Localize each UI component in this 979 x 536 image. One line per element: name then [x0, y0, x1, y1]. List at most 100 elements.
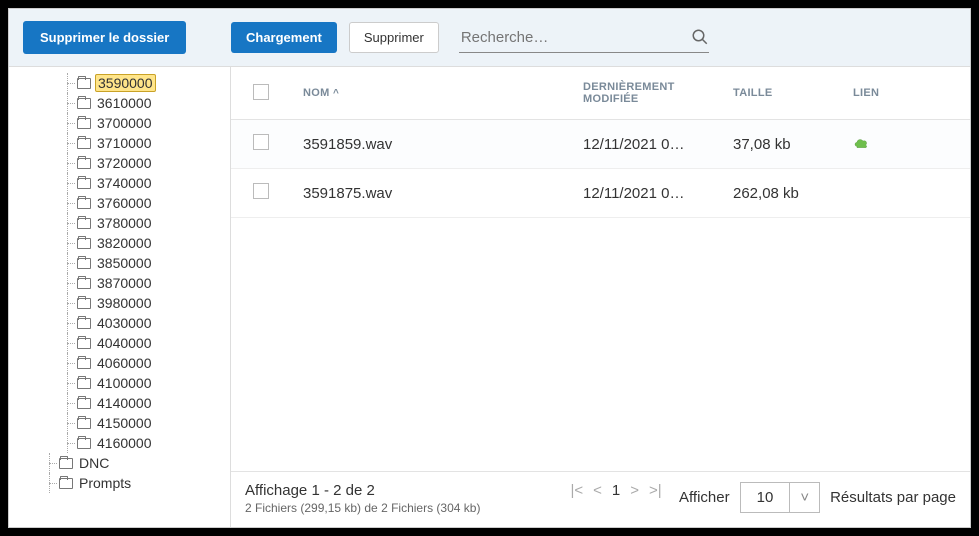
folder-icon [77, 378, 91, 389]
file-table: NOM ^ DERNIÈREMENT MODIFIÉE TAILLE LIEN … [231, 67, 970, 218]
folder-tree-sidebar: 3590000 3610000 37000003710000 3720000 37400… [9, 67, 231, 527]
cell-link[interactable] [841, 120, 921, 169]
folder-tree-item[interactable]: 4100000 [9, 373, 230, 393]
delete-folder-button[interactable]: Supprimer le dossier [23, 21, 186, 54]
search-icon [691, 28, 709, 46]
folder-icon [77, 258, 91, 269]
folder-label: Prompts [77, 475, 133, 491]
folder-label: DNC [77, 455, 111, 471]
column-header-size[interactable]: TAILLE [721, 67, 841, 120]
folder-label: 3590000 [95, 74, 156, 92]
folder-tree-item[interactable]: 3760000 [9, 193, 230, 213]
per-page-control: Afficher 10 ˅ Résultats par page [679, 482, 956, 513]
folder-label: 3820000 [95, 235, 154, 251]
per-page-select[interactable]: 10 ˅ [740, 482, 820, 513]
cell-spare [921, 169, 970, 218]
cell-modified: 12/11/2021 0… [571, 169, 721, 218]
folder-label: 4040000 [95, 335, 154, 351]
folder-tree-item[interactable]: 4060000 [9, 353, 230, 373]
folder-tree-item[interactable]: Prompts [9, 473, 230, 493]
folder-tree-item[interactable]: 3710000 [9, 133, 230, 153]
column-header-checkbox[interactable] [231, 67, 291, 120]
folder-tree-item[interactable]: 3850000 [9, 253, 230, 273]
folder-tree-item[interactable]: 4140000 [9, 393, 230, 413]
show-label: Afficher [679, 489, 730, 506]
folder-label: 3850000 [95, 255, 154, 271]
folder-icon [77, 338, 91, 349]
display-count-label: Affichage 1 - 2 de 2 [245, 482, 480, 499]
main-panel: NOM ^ DERNIÈREMENT MODIFIÉE TAILLE LIEN … [231, 67, 970, 527]
folder-label: 3760000 [95, 195, 154, 211]
folder-tree-item[interactable]: 4150000 [9, 413, 230, 433]
file-summary-label: 2 Fichiers (299,15 kb) de 2 Fichiers (30… [245, 501, 480, 515]
search-wrap [459, 23, 709, 53]
select-all-checkbox[interactable] [253, 84, 269, 100]
folder-icon [77, 358, 91, 369]
app-window: Supprimer le dossier Chargement Supprime… [8, 8, 971, 528]
folder-tree-item[interactable]: 3740000 [9, 173, 230, 193]
folder-tree: 3590000 3610000 37000003710000 3720000 37400… [9, 73, 230, 493]
folder-tree-item[interactable]: 3870000 [9, 273, 230, 293]
folder-icon [77, 118, 91, 129]
pager-next-button[interactable]: > [630, 482, 639, 499]
folder-icon [77, 438, 91, 449]
folder-icon [59, 458, 73, 469]
folder-tree-item[interactable]: 3700000 [9, 113, 230, 133]
folder-label: 3740000 [95, 175, 154, 191]
per-page-label: Résultats par page [830, 489, 956, 506]
folder-label: 4030000 [95, 315, 154, 331]
search-input[interactable] [459, 23, 691, 52]
folder-label: 4100000 [95, 375, 154, 391]
folder-tree-item[interactable]: 3780000 [9, 213, 230, 233]
folder-label: 4140000 [95, 395, 154, 411]
folder-tree-item[interactable]: 3720000 [9, 153, 230, 173]
table-row[interactable]: 3591859.wav12/11/2021 0…37,08 kb [231, 120, 970, 169]
folder-label: 3980000 [95, 295, 154, 311]
pager-prev-button[interactable]: < [593, 482, 602, 499]
per-page-value: 10 [741, 483, 791, 512]
folder-icon [77, 298, 91, 309]
folder-tree-item[interactable]: 4160000 [9, 433, 230, 453]
cell-nom: 3591859.wav [291, 120, 571, 169]
link-cloud-icon[interactable] [853, 136, 869, 148]
folder-label: 4060000 [95, 355, 154, 371]
folder-label: 3720000 [95, 155, 154, 171]
folder-icon [77, 218, 91, 229]
folder-icon [59, 478, 73, 489]
cell-modified: 12/11/2021 0… [571, 120, 721, 169]
folder-icon [77, 418, 91, 429]
pager-current-page: 1 [612, 482, 620, 499]
folder-tree-item[interactable]: 3820000 [9, 233, 230, 253]
folder-label: 3610000 [95, 95, 154, 111]
column-header-nom[interactable]: NOM ^ [291, 67, 571, 120]
cell-link [841, 169, 921, 218]
table-footer: Affichage 1 - 2 de 2 2 Fichiers (299,15 … [231, 471, 970, 527]
upload-button[interactable]: Chargement [231, 22, 337, 53]
folder-tree-item[interactable]: DNC [9, 453, 230, 473]
folder-icon [77, 158, 91, 169]
folder-tree-item[interactable]: 3590000 [9, 73, 230, 93]
folder-icon [77, 78, 91, 89]
folder-icon [77, 278, 91, 289]
folder-label: 3780000 [95, 215, 154, 231]
delete-button[interactable]: Supprimer [349, 22, 439, 53]
row-checkbox[interactable] [253, 134, 269, 150]
folder-label: 3870000 [95, 275, 154, 291]
folder-icon [77, 318, 91, 329]
folder-icon [77, 398, 91, 409]
folder-icon [77, 138, 91, 149]
folder-tree-item[interactable]: 3610000 [9, 93, 230, 113]
table-row[interactable]: 3591875.wav12/11/2021 0…262,08 kb [231, 169, 970, 218]
file-table-wrap: NOM ^ DERNIÈREMENT MODIFIÉE TAILLE LIEN … [231, 67, 970, 471]
pager-last-button[interactable]: >| [649, 482, 662, 499]
folder-tree-item[interactable]: 4040000 [9, 333, 230, 353]
cell-spare [921, 120, 970, 169]
folder-icon [77, 198, 91, 209]
column-header-modified[interactable]: DERNIÈREMENT MODIFIÉE [571, 67, 721, 120]
pager-first-button[interactable]: |< [570, 482, 583, 499]
chevron-down-icon: ˅ [790, 483, 819, 512]
folder-tree-item[interactable]: 3980000 [9, 293, 230, 313]
row-checkbox[interactable] [253, 183, 269, 199]
folder-tree-item[interactable]: 4030000 [9, 313, 230, 333]
column-header-link[interactable]: LIEN [841, 67, 921, 120]
